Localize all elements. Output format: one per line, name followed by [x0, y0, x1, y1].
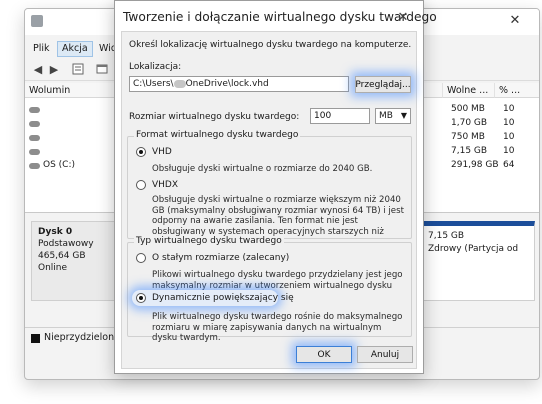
location-label: Lokalizacja:: [129, 62, 182, 72]
location-input[interactable]: C:\Users\ OneDrive\lock.vhd: [129, 76, 349, 92]
drive-icon: [29, 107, 40, 113]
drive-icon: [29, 149, 40, 155]
cancel-button[interactable]: Anuluj: [357, 346, 413, 363]
vhd-description: Obsługuje dyski wirtualne o rozmiarze do…: [152, 164, 373, 174]
drive-icon: [29, 163, 40, 169]
partition-block[interactable]: 7,15 GB Zdrowy (Partycja od: [423, 221, 535, 301]
volume-free: 7,15 GB: [451, 146, 488, 156]
legend-unallocated: Nieprzydzielone: [44, 332, 120, 343]
partition-size: 7,15 GB: [428, 231, 465, 241]
disk-size: 465,64 GB: [38, 251, 86, 261]
vhd-label[interactable]: VHD: [152, 147, 172, 157]
radio-vhd[interactable]: [136, 147, 146, 157]
dialog-close-button[interactable]: ✕: [391, 7, 415, 27]
menu-file[interactable]: Plik: [29, 41, 54, 57]
volume-percent: 64: [503, 160, 515, 170]
dialog-title: Tworzenie i dołączanie wirtualnego dysku…: [123, 10, 437, 24]
console-icon[interactable]: [95, 62, 109, 76]
ok-button[interactable]: OK: [296, 346, 352, 363]
radio-vhdx[interactable]: [136, 180, 146, 190]
menu-action[interactable]: Akcja: [57, 41, 93, 57]
volume-free: 750 MB: [451, 132, 485, 142]
size-unit-value: MB: [379, 111, 393, 121]
disk-status: Online: [38, 263, 68, 273]
col-header-free[interactable]: Wolne ...: [443, 83, 495, 98]
volume-percent: 10: [503, 132, 515, 142]
type-group: Typ wirtualnego dysku twardego O stałym …: [127, 236, 412, 343]
col-header-percent[interactable]: % ...: [495, 83, 539, 98]
fixed-size-label[interactable]: O stałym rozmiarze (zalecany): [152, 253, 289, 263]
dynamic-description: Plik wirtualnego dysku twardego rośnie d…: [152, 312, 403, 344]
volume-percent: 10: [503, 118, 515, 128]
volume-percent: 10: [503, 104, 515, 114]
volume-free: 1,70 GB: [451, 118, 488, 128]
volume-free: 500 MB: [451, 104, 485, 114]
location-prefix: C:\Users\: [133, 79, 174, 89]
disk-type: Podstawowy: [38, 239, 94, 249]
create-vhd-dialog: Tworzenie i dołączanie wirtualnego dysku…: [114, 0, 437, 374]
drive-icon: [29, 121, 40, 127]
drive-icon: [29, 135, 40, 141]
radio-fixed-size[interactable]: [136, 253, 146, 263]
partition-status: Zdrowy (Partycja od: [428, 244, 519, 254]
dialog-titlebar: Tworzenie i dołączanie wirtualnego dysku…: [115, 1, 437, 33]
dynamic-label[interactable]: Dynamicznie powiększający się: [152, 293, 294, 303]
dialog-body: Określ lokalizację wirtualnego dysku twa…: [121, 31, 417, 369]
redacted-username: [173, 79, 186, 88]
format-group-title: Format wirtualnego dysku twardego: [134, 130, 301, 140]
forward-arrow-icon[interactable]: ▶: [47, 62, 61, 76]
vhdx-label[interactable]: VHDX: [152, 180, 178, 190]
disk-name: Dysk 0: [38, 227, 73, 237]
close-icon: ✕: [397, 9, 409, 25]
volume-percent: 10: [503, 146, 515, 156]
disk-management-icon: [31, 15, 43, 27]
size-input[interactable]: [310, 108, 370, 124]
intro-text: Określ lokalizację wirtualnego dysku twa…: [129, 40, 412, 50]
type-group-title: Typ wirtualnego dysku twardego: [134, 236, 284, 246]
format-group: Format wirtualnego dysku twardego VHD Ob…: [127, 130, 412, 247]
browse-button[interactable]: Przeglądaj...: [355, 76, 411, 93]
volume-free: 291,98 GB: [451, 160, 499, 170]
size-unit-select[interactable]: MB ▼: [375, 108, 411, 124]
back-arrow-icon[interactable]: ◀: [31, 62, 45, 76]
radio-dynamic[interactable]: [136, 293, 146, 303]
window-close-button[interactable]: ✕: [491, 9, 539, 31]
volume-name: OS (C:): [43, 160, 75, 170]
size-label: Rozmiar wirtualnego dysku twardego:: [129, 112, 300, 122]
chevron-down-icon: ▼: [400, 111, 407, 120]
properties-icon[interactable]: [71, 62, 85, 76]
disk-0-label[interactable]: Dysk 0 Podstawowy 465,64 GB Online: [31, 221, 123, 301]
unallocated-swatch: [31, 334, 40, 343]
location-suffix: OneDrive\lock.vhd: [185, 79, 269, 89]
close-icon: ✕: [509, 12, 521, 28]
